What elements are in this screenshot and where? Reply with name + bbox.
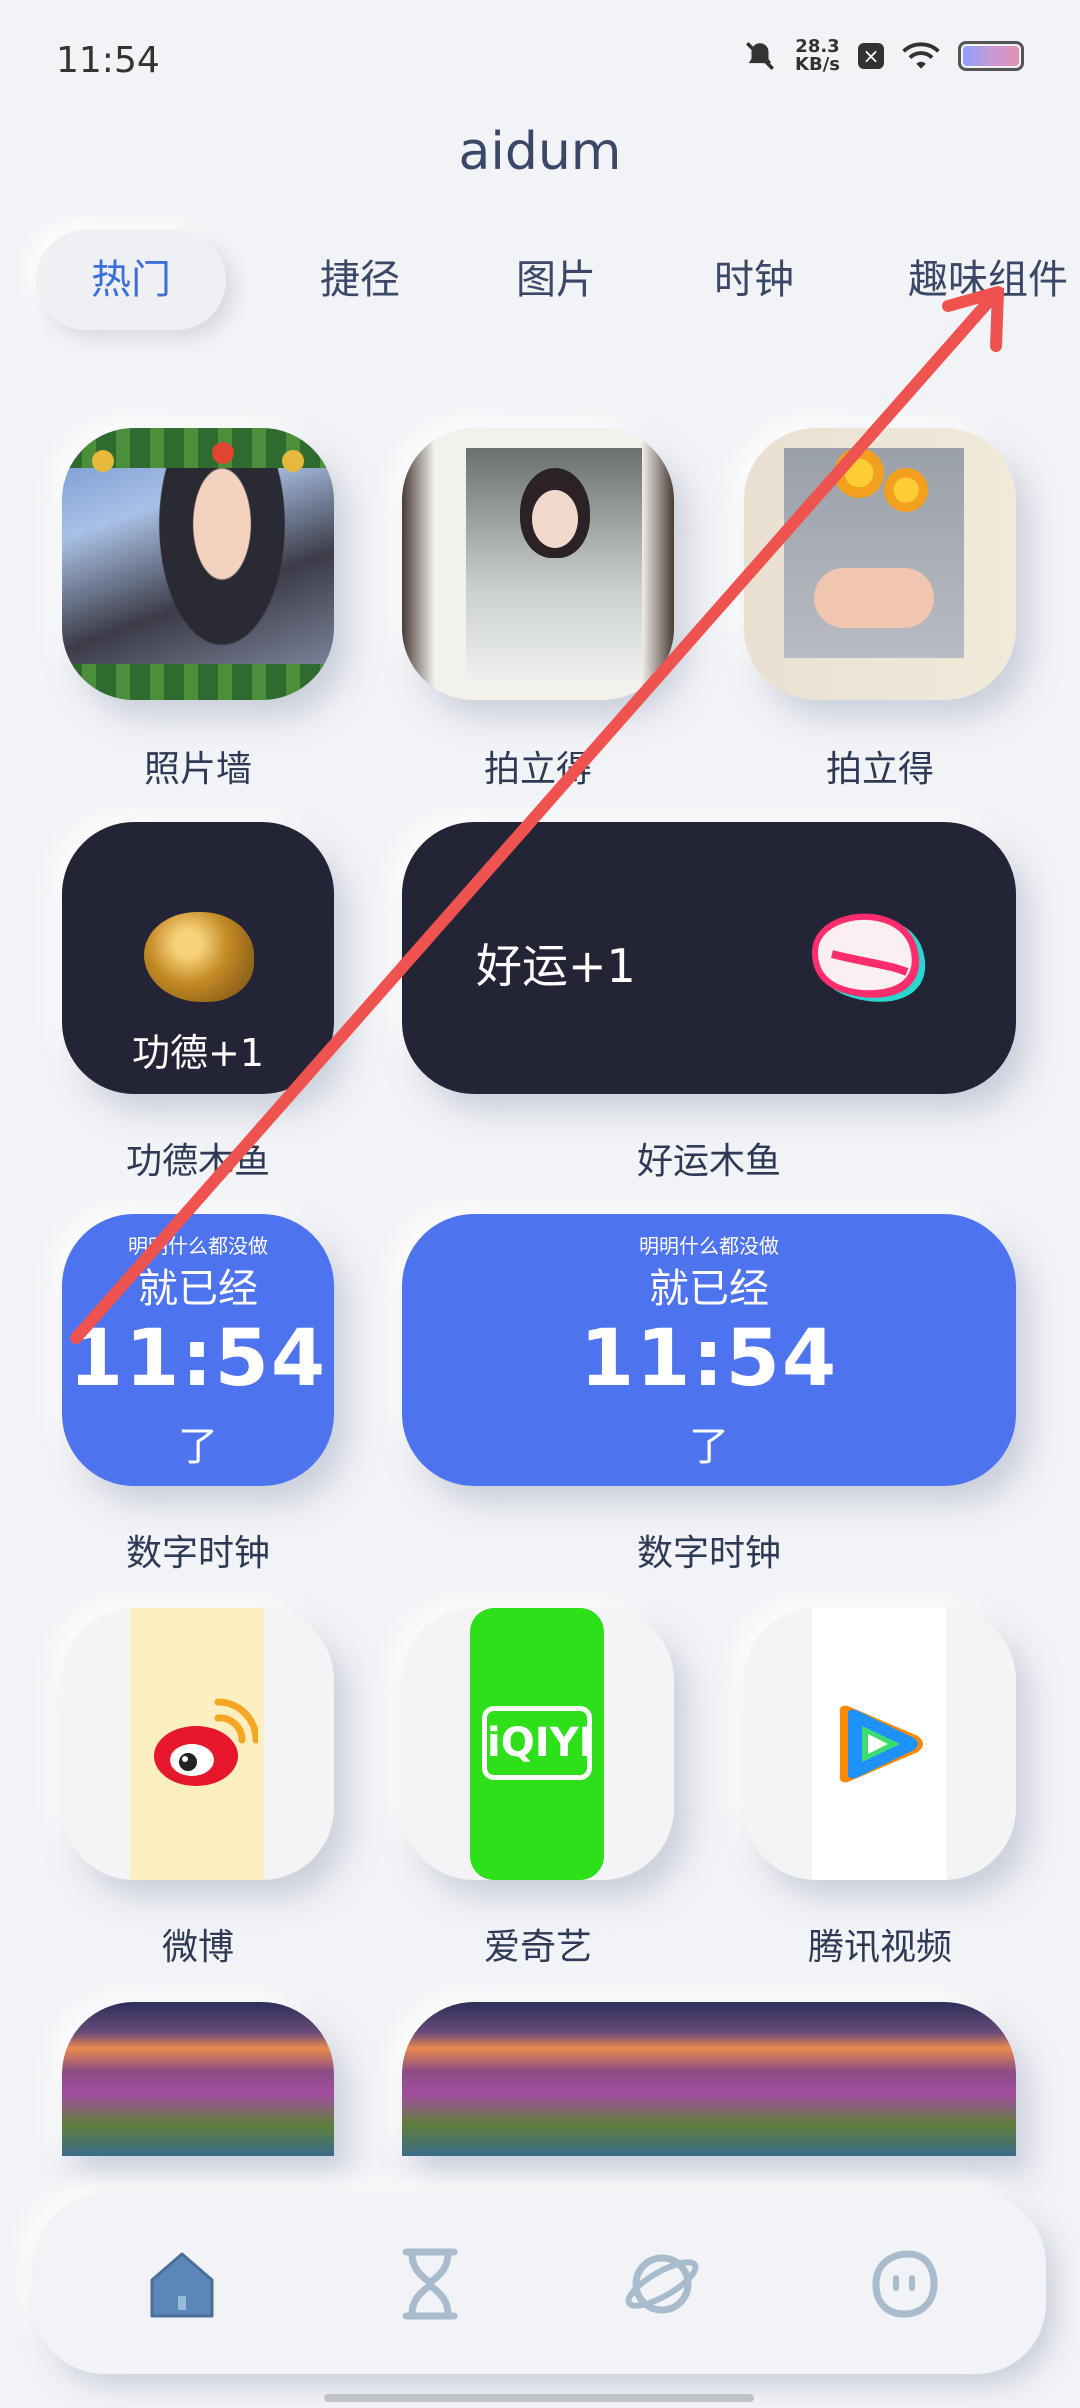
weibo-label: 微博 (161, 1927, 234, 1968)
wooden-fish-icon (812, 913, 926, 1002)
network-speed: 28.3 KB/s (795, 36, 840, 75)
status-bar: 11:54 28.3 KB/s × (0, 0, 1080, 120)
tab-hot[interactable]: 热门 (36, 230, 226, 330)
clock-time: 11:54 (68, 1314, 328, 1404)
polaroid-label-2: 拍立得 (825, 749, 934, 790)
luck-counter-text: 好运+1 (476, 939, 636, 993)
garland-bottom (62, 664, 334, 700)
ghost-face-icon[interactable] (864, 2244, 944, 2324)
weibo-widget[interactable] (62, 1608, 334, 1880)
digital-clock-label-1: 数字时钟 (125, 1533, 270, 1574)
tab-clock[interactable]: 时钟 (684, 230, 824, 330)
tencent-video-logo-icon (839, 1705, 923, 1783)
merit-counter-text: 功德+1 (131, 1031, 265, 1075)
photo-wall-label: 照片墙 (143, 749, 252, 790)
iqiyi-label: 爱奇艺 (483, 1927, 592, 1968)
merit-fish-widget[interactable]: 功德+1 (62, 822, 334, 1094)
tencent-video-label: 腾讯视频 (807, 1927, 952, 1968)
digital-clock-label-2: 数字时钟 (636, 1533, 781, 1574)
photo-wall-widget[interactable] (62, 428, 334, 700)
polaroid-widget-1[interactable] (402, 428, 674, 700)
planet-icon[interactable] (622, 2244, 702, 2324)
battery-icon (958, 41, 1024, 71)
tencent-video-widget[interactable] (744, 1608, 1016, 1880)
category-tabs: 热门 捷径 图片 时钟 趣味组件 (0, 230, 1080, 330)
digital-clock-widget-small[interactable]: 明明什么都没做 就已经 11:54 了 (62, 1214, 334, 1486)
iqiyi-widget[interactable]: iQIYI (402, 1608, 674, 1880)
home-icon[interactable] (142, 2244, 222, 2324)
photo-person (142, 458, 302, 678)
close-box-icon: × (858, 43, 884, 69)
digital-clock-widget-wide[interactable]: 明明什么都没做 就已经 11:54 了 (402, 1214, 1016, 1486)
bottom-navigation-bar (34, 2194, 1046, 2374)
clock-time: 11:54 (579, 1314, 839, 1404)
polaroid-widget-2[interactable] (744, 428, 1016, 700)
tab-pictures[interactable]: 图片 (486, 230, 626, 330)
bell-muted-icon (746, 41, 775, 71)
wooden-fish-icon (144, 912, 254, 1002)
wifi-icon (902, 42, 940, 69)
luck-fish-widget[interactable]: 好运+1 (402, 822, 1016, 1094)
hourglass-icon[interactable] (390, 2244, 470, 2324)
landscape-widget-small[interactable] (62, 2002, 334, 2156)
tab-fun-widgets[interactable]: 趣味组件 (896, 230, 1080, 330)
landscape-widget-wide[interactable] (402, 2002, 1016, 2156)
status-icons: 28.3 KB/s × (743, 38, 1024, 74)
merit-fish-label: 功德木鱼 (125, 1141, 270, 1182)
home-indicator[interactable] (324, 2394, 754, 2402)
weibo-logo-icon (154, 1698, 258, 1786)
app-title: aidum (458, 122, 622, 182)
tab-shortcuts[interactable]: 捷径 (290, 230, 430, 330)
luck-fish-label: 好运木鱼 (636, 1141, 781, 1182)
polaroid-label-1: 拍立得 (483, 749, 592, 790)
status-time: 11:54 (56, 40, 160, 81)
iqiyi-logo-icon: iQIYI (482, 1706, 593, 1780)
